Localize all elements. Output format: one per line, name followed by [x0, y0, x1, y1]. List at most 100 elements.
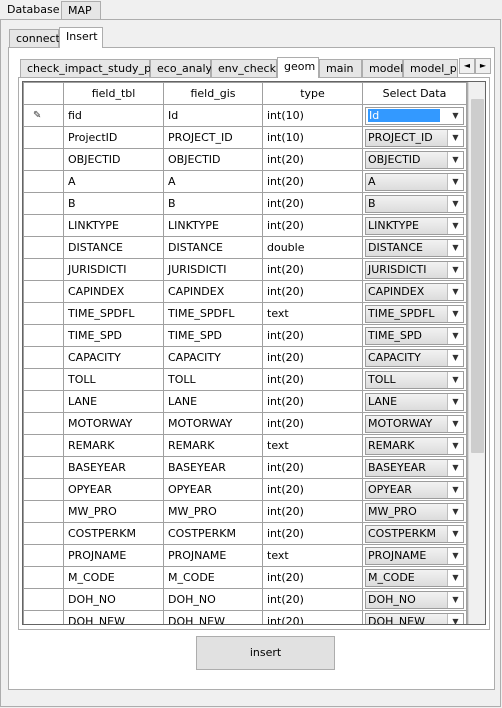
tab-scroll-right-icon[interactable]: ► [475, 58, 491, 74]
cell-select-data[interactable]: JURISDICTI ▼ [362, 258, 467, 281]
cell-field-tbl[interactable]: LINKTYPE [63, 214, 164, 237]
row-header[interactable] [23, 456, 64, 479]
table-row[interactable]: MOTORWAY MOTORWAY int(20) MOTORWAY ▼ [23, 412, 467, 435]
row-header[interactable] [23, 610, 64, 624]
chevron-down-icon[interactable]: ▼ [447, 305, 463, 322]
select-data-dropdown[interactable]: JURISDICTI ▼ [365, 260, 464, 279]
row-header[interactable] [23, 368, 64, 391]
cell-field-gis[interactable]: A [163, 170, 263, 193]
cell-field-tbl[interactable]: CAPINDEX [63, 280, 164, 303]
tab-map[interactable]: MAP [61, 1, 101, 19]
row-header[interactable] [23, 390, 64, 413]
cell-field-gis[interactable]: PROJNAME [163, 544, 263, 567]
table-row[interactable]: TIME_SPD TIME_SPD int(20) TIME_SPD ▼ [23, 324, 467, 347]
tab-main[interactable]: main [319, 59, 362, 77]
cell-type[interactable]: int(20) [262, 214, 363, 237]
chevron-down-icon[interactable]: ▼ [447, 173, 463, 190]
select-data-dropdown[interactable]: OBJECTID ▼ [365, 150, 464, 169]
cell-field-gis[interactable]: PROJECT_ID [163, 126, 263, 149]
table-row[interactable]: ✎ fid Id int(10) Id ▼ [23, 104, 467, 127]
cell-field-gis[interactable]: LINKTYPE [163, 214, 263, 237]
cell-select-data[interactable]: Id ▼ [362, 104, 467, 127]
table-row[interactable]: CAPINDEX CAPINDEX int(20) CAPINDEX ▼ [23, 280, 467, 303]
cell-type[interactable]: int(10) [262, 126, 363, 149]
cell-type[interactable]: int(20) [262, 324, 363, 347]
cell-type[interactable]: int(20) [262, 258, 363, 281]
cell-field-tbl[interactable]: CAPACITY [63, 346, 164, 369]
row-header[interactable] [23, 500, 64, 523]
chevron-down-icon[interactable]: ▼ [447, 547, 463, 564]
table-row[interactable]: PROJNAME PROJNAME text PROJNAME ▼ [23, 544, 467, 567]
select-data-dropdown[interactable]: A ▼ [365, 172, 464, 191]
row-header[interactable] [23, 192, 64, 215]
chevron-down-icon[interactable]: ▼ [447, 107, 463, 124]
cell-field-tbl[interactable]: ProjectID [63, 126, 164, 149]
cell-type[interactable]: int(20) [262, 478, 363, 501]
cell-field-tbl[interactable]: LANE [63, 390, 164, 413]
cell-type[interactable]: int(10) [262, 104, 363, 127]
select-data-dropdown[interactable]: DOH_NO ▼ [365, 590, 464, 609]
insert-button[interactable]: insert [196, 636, 335, 670]
cell-type[interactable]: int(20) [262, 368, 363, 391]
row-header[interactable] [23, 170, 64, 193]
table-row[interactable]: LANE LANE int(20) LANE ▼ [23, 390, 467, 413]
column-header-select-data[interactable]: Select Data [362, 82, 467, 105]
tab-check-impact-study-pic[interactable]: check_impact_study_pic [20, 59, 160, 77]
cell-select-data[interactable]: OPYEAR ▼ [362, 478, 467, 501]
chevron-down-icon[interactable]: ▼ [447, 151, 463, 168]
cell-type[interactable]: int(20) [262, 566, 363, 589]
cell-type[interactable]: int(20) [262, 456, 363, 479]
table-row[interactable]: B Bint(20) B ▼ [23, 192, 467, 215]
cell-select-data[interactable]: LANE ▼ [362, 390, 467, 413]
cell-type[interactable]: int(20) [262, 280, 363, 303]
cell-field-tbl[interactable]: REMARK [63, 434, 164, 457]
cell-type[interactable]: int(20) [262, 390, 363, 413]
row-header[interactable] [23, 522, 64, 545]
chevron-down-icon[interactable]: ▼ [447, 437, 463, 454]
chevron-down-icon[interactable]: ▼ [447, 195, 463, 212]
cell-field-gis[interactable]: DOH_NEW [163, 610, 263, 624]
table-row[interactable]: DISTANCE DISTANCE double DISTANCE ▼ [23, 236, 467, 259]
cell-field-tbl[interactable]: DOH_NEW [63, 610, 164, 624]
tab-model-pre[interactable]: model_pre [403, 59, 458, 77]
cell-field-gis[interactable]: REMARK [163, 434, 263, 457]
cell-field-gis[interactable]: CAPINDEX [163, 280, 263, 303]
select-data-dropdown[interactable]: CAPACITY ▼ [365, 348, 464, 367]
row-header[interactable] [23, 302, 64, 325]
row-header[interactable] [23, 346, 64, 369]
select-data-dropdown[interactable]: BASEYEAR ▼ [365, 458, 464, 477]
table-row[interactable]: BASEYEAR BASEYEAR int(20) BASEYEAR ▼ [23, 456, 467, 479]
cell-field-gis[interactable]: DISTANCE [163, 236, 263, 259]
table-row[interactable]: TIME_SPDFL TIME_SPDFL text TIME_SPDFL ▼ [23, 302, 467, 325]
cell-select-data[interactable]: TIME_SPDFL ▼ [362, 302, 467, 325]
chevron-down-icon[interactable]: ▼ [447, 525, 463, 542]
cell-field-gis[interactable]: DOH_NO [163, 588, 263, 611]
cell-field-tbl[interactable]: OBJECTID [63, 148, 164, 171]
table-row[interactable]: COSTPERKM COSTPERKM int(20) COSTPERKM ▼ [23, 522, 467, 545]
row-header[interactable] [23, 148, 64, 171]
select-data-dropdown[interactable]: M_CODE ▼ [365, 568, 464, 587]
chevron-down-icon[interactable]: ▼ [447, 349, 463, 366]
table-row[interactable]: REMARK REMARK text REMARK ▼ [23, 434, 467, 457]
cell-field-gis[interactable]: TIME_SPD [163, 324, 263, 347]
select-data-dropdown[interactable]: TIME_SPDFL ▼ [365, 304, 464, 323]
table-row[interactable]: MW_PRO MW_PRO int(20) MW_PRO ▼ [23, 500, 467, 523]
row-header[interactable] [23, 478, 64, 501]
chevron-down-icon[interactable]: ▼ [447, 283, 463, 300]
cell-field-tbl[interactable]: TIME_SPD [63, 324, 164, 347]
cell-field-gis[interactable]: COSTPERKM [163, 522, 263, 545]
chevron-down-icon[interactable]: ▼ [447, 481, 463, 498]
table-row[interactable]: DOH_NO DOH_NO int(20) DOH_NO ▼ [23, 588, 467, 611]
row-header[interactable] [23, 236, 64, 259]
cell-type[interactable]: int(20) [262, 522, 363, 545]
row-header[interactable] [23, 434, 64, 457]
cell-select-data[interactable]: A ▼ [362, 170, 467, 193]
select-data-dropdown[interactable]: DOH_NEW ▼ [365, 612, 464, 624]
cell-field-gis[interactable]: BASEYEAR [163, 456, 263, 479]
tab-env-check[interactable]: env_check [211, 59, 277, 77]
scrollbar-thumb[interactable] [471, 99, 484, 453]
cell-field-gis[interactable]: LANE [163, 390, 263, 413]
cell-field-tbl[interactable]: DOH_NO [63, 588, 164, 611]
cell-field-tbl[interactable]: A [63, 170, 164, 193]
tab-database[interactable]: Database [0, 0, 60, 19]
